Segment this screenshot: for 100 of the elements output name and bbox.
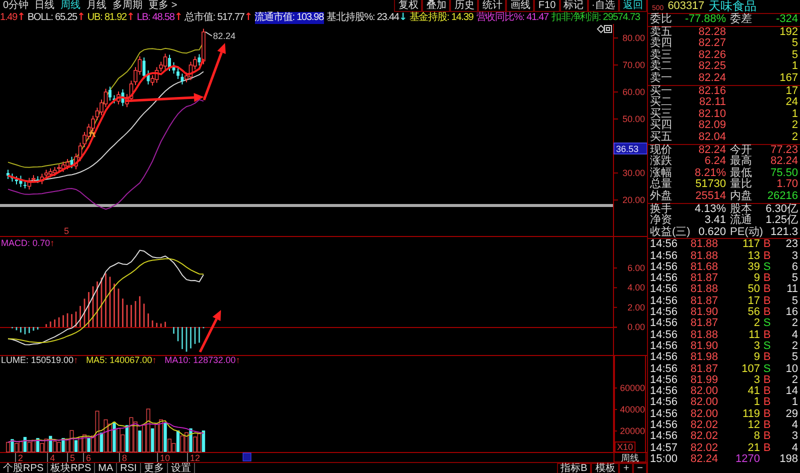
trade-time: 14:56 [650, 431, 679, 443]
trade-count: 4 [790, 330, 798, 341]
trade-count: 14 [784, 386, 798, 398]
field-value: 6.30亿 [764, 204, 798, 214]
trade-volume: 13 [746, 250, 760, 262]
field-label: 收益(三) [650, 226, 690, 238]
toolbar-button[interactable]: 叠加 [422, 0, 450, 12]
toolbar-button[interactable]: 标记 [560, 0, 588, 12]
toolbar-button[interactable]: F10 [534, 0, 560, 12]
price-cursor-label: 36.53 [614, 142, 647, 154]
order-volume: 24 [784, 97, 798, 109]
indicator-tab[interactable]: RSI [117, 463, 141, 473]
legend-label: MA5: 140067.00↑ [86, 355, 157, 365]
trend-arrow: ↑ [77, 12, 84, 24]
trade-price: 81.87 [689, 273, 718, 284]
trade-count: 23 [784, 239, 798, 251]
toolbar-button[interactable]: 历史 [450, 0, 478, 12]
trade-volume: 107 [740, 364, 760, 375]
axis-label: 6 [86, 453, 92, 462]
indicator-value: LB: 48.58 [136, 12, 174, 24]
trade-side: B [762, 397, 772, 409]
panel-button[interactable]: − [633, 463, 647, 473]
toolbar-button[interactable]: 返回 [619, 0, 647, 12]
period-tab[interactable]: 月线 [84, 0, 110, 12]
trade-count: 2 [790, 374, 798, 386]
order-price: 82.11 [698, 97, 726, 109]
toolbar-button[interactable]: 复权 [394, 0, 422, 12]
trade-price: 81.87 [689, 364, 718, 375]
period-tab[interactable]: 0分钟 [0, 0, 32, 12]
axis-label: 5 [70, 453, 76, 462]
diamond-icon[interactable] [596, 24, 606, 34]
field-label: 换手 [650, 204, 673, 214]
trade-price: 82.00 [689, 408, 718, 420]
panel-button[interactable]: 指标B [556, 463, 592, 473]
trade-time: 14:56 [650, 397, 679, 409]
indicator-tab[interactable]: 个股RPS [0, 463, 48, 473]
indicator-tab[interactable]: 设置 [168, 463, 195, 473]
trade-price: 82.00 [689, 386, 718, 398]
trade-volume: 12 [746, 420, 760, 432]
order-volume: 1 [790, 61, 798, 73]
field-value: 0.620 [697, 226, 726, 238]
field-label: 最高 [729, 156, 753, 168]
period-tab[interactable]: 日线 [32, 0, 58, 12]
order-level-label: 买一 [650, 86, 673, 97]
axis-label: 20000 [620, 426, 645, 436]
order-volume: 2 [790, 132, 798, 144]
trade-count: 2 [790, 340, 798, 352]
field-value: 25514 [694, 190, 726, 202]
trade-time: 14:56 [650, 420, 679, 432]
trade-price: 81.90 [689, 340, 718, 352]
field-value: 75.50 [769, 168, 798, 179]
panel-button[interactable]: 模板 [591, 463, 620, 473]
event-marker: 5 [64, 226, 70, 236]
field-label: PE(动) [729, 226, 762, 238]
order-level-label: 卖四 [650, 38, 673, 50]
trade-side: B [762, 431, 772, 443]
indicator-tab[interactable]: 更多 [140, 463, 168, 473]
field-value: 8.21% [694, 168, 726, 179]
period-tab[interactable]: 多周期 [110, 0, 146, 12]
field-value: 6.24 [704, 156, 726, 168]
legend-label: LUME: 150519.00↑ [1, 355, 78, 365]
indicator-tab[interactable]: 板块RPS [48, 463, 96, 473]
toolbar-button[interactable]: 画线 [506, 0, 534, 12]
trade-price: 81.90 [689, 307, 718, 318]
trade-side: S [762, 318, 772, 330]
indicator-tab[interactable]: MA [95, 463, 118, 473]
toolbar-button[interactable]: ·自选 [588, 0, 619, 12]
trade-side: B [762, 284, 772, 296]
field-label: 涨幅 [650, 168, 673, 179]
axis-label: 0.00 [627, 322, 645, 332]
scroll-handle[interactable] [242, 452, 252, 462]
legend-label: MA10: 128732.00↑ [164, 355, 240, 365]
trade-count: 3 [790, 250, 798, 262]
figure-icon [88, 129, 96, 138]
indicator-label: MACD: 0.70↑ [1, 238, 55, 248]
axis-label: 12 [190, 453, 200, 462]
field-value: 1.25亿 [764, 215, 798, 227]
trade-side: S [762, 262, 772, 273]
indicator-value: UB: 81.92 [87, 12, 126, 24]
trade-price: 81.99 [689, 374, 718, 386]
panel-button[interactable]: + [619, 463, 634, 473]
order-price: 82.04 [697, 132, 726, 144]
trade-price: 81.98 [689, 352, 718, 364]
order-level-label: 买二 [650, 97, 673, 108]
field-label: 现价 [650, 144, 673, 156]
field-label: 净资 [650, 215, 673, 226]
trade-count: 10 [784, 364, 798, 375]
order-price: 82.24 [697, 72, 726, 85]
period-tab[interactable]: 周线 [58, 0, 84, 12]
trade-time: 14:56 [650, 352, 679, 364]
order-volume: 5 [790, 50, 798, 61]
grid-icon[interactable] [604, 25, 612, 33]
field-value: 1.70 [776, 179, 798, 191]
trend-arrow: ↓ [398, 12, 406, 24]
period-button[interactable]: 周线 [614, 452, 646, 462]
trade-count: 2 [790, 318, 798, 330]
trend-arrow: ↑ [17, 12, 24, 24]
field-label: 股本 [729, 204, 753, 214]
trade-time: 15:00 [650, 454, 679, 466]
period-tab[interactable]: 更多 > [146, 0, 180, 12]
